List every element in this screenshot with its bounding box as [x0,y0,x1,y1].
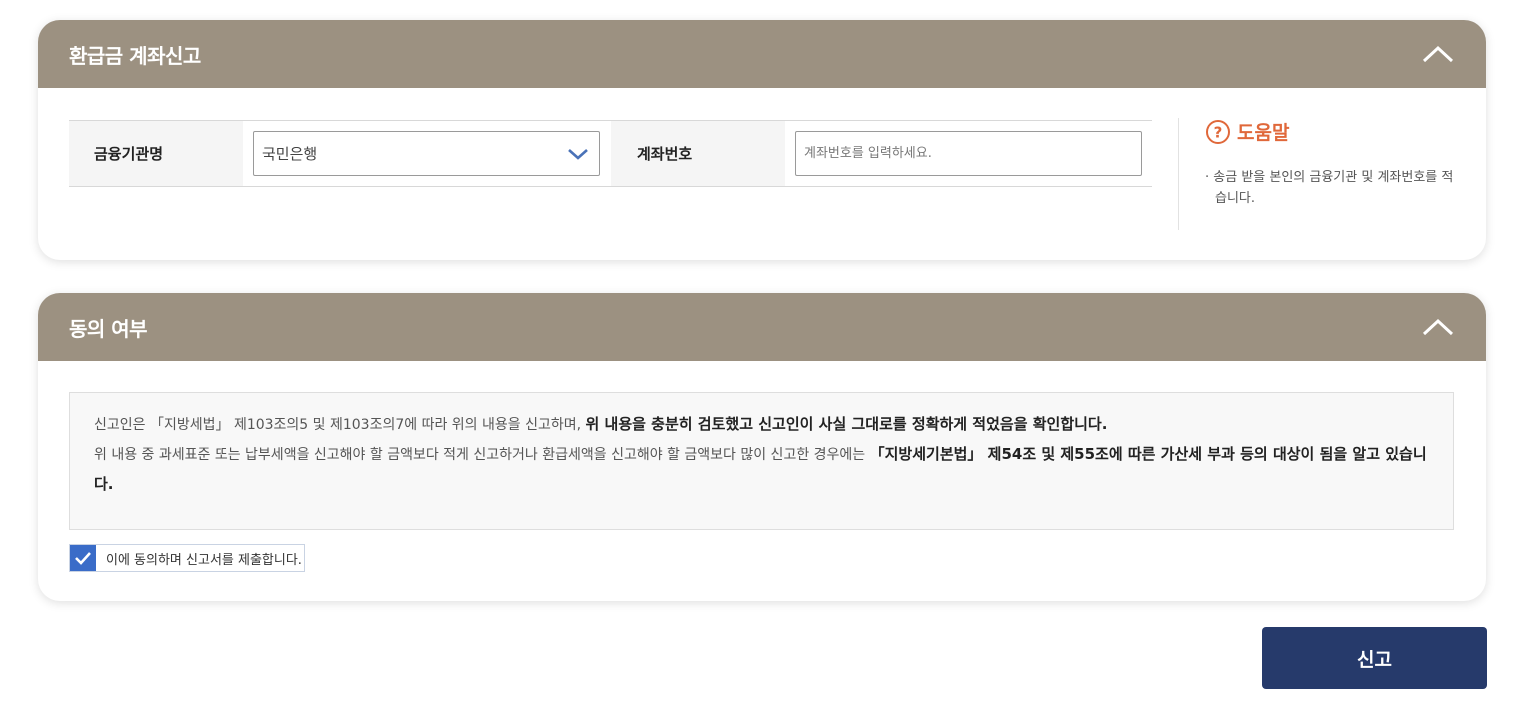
check-icon [75,552,91,565]
account-panel-body: 금융기관명 국민은행 계좌번호 ? 도움말 [38,88,1486,260]
notice-paragraph-2: 위 내용 중 과세표준 또는 납부세액을 신고해야 할 금액보다 적게 신고하거… [94,440,1429,500]
help-box: ? 도움말 · 송금 받을 본인의 금융기관 및 계좌번호를 적습니다. [1178,118,1458,230]
consent-panel-collapse-button[interactable] [1420,309,1456,345]
question-circle-icon: ? [1206,119,1230,144]
account-panel-collapse-button[interactable] [1420,36,1456,72]
chevron-down-icon [568,148,588,160]
bank-select[interactable]: 국민은행 [253,131,600,176]
account-panel-title: 환급금 계좌신고 [69,43,201,68]
account-panel-header: 환급금 계좌신고 [38,20,1486,88]
consent-panel: 동의 여부 신고인은 「지방세법」 제103조의5 및 제103조의7에 따라 … [38,293,1486,601]
help-title-text: 도움말 [1237,122,1290,144]
notice-paragraph-1: 신고인은 「지방세법」 제103조의5 및 제103조의7에 따라 위의 내용을… [94,410,1429,440]
svg-text:?: ? [1214,123,1223,141]
bank-label: 금융기관명 [69,121,243,186]
chevron-up-icon [1422,45,1454,63]
account-form-table: 금융기관명 국민은행 계좌번호 [69,120,1152,187]
notice-1-emphasis: 위 내용을 충분히 검토했고 신고인이 사실 그대로를 정확하게 적었음을 확인… [585,415,1108,433]
consent-panel-header: 동의 여부 [38,293,1486,361]
account-number-input[interactable] [795,131,1142,176]
account-number-cell [785,121,1152,186]
consent-notice: 신고인은 「지방세법」 제103조의5 및 제103조의7에 따라 위의 내용을… [69,392,1454,530]
agree-label: 이에 동의하며 신고서를 제출합니다. [106,552,302,568]
consent-panel-title: 동의 여부 [69,316,148,341]
notice-1-text: 신고인은 「지방세법」 제103조의5 및 제103조의7에 따라 위의 내용을… [94,417,586,433]
consent-panel-body: 신고인은 「지방세법」 제103조의5 및 제103조의7에 따라 위의 내용을… [38,361,1486,601]
chevron-up-icon [1422,318,1454,336]
agree-checkbox[interactable] [70,545,96,571]
submit-button[interactable]: 신고 [1262,627,1487,689]
bank-cell: 국민은행 [243,121,611,186]
agree-checkbox-row[interactable]: 이에 동의하며 신고서를 제출합니다. [69,544,305,572]
help-text: · 송금 받을 본인의 금융기관 및 계좌번호를 적습니다. [1205,170,1454,206]
notice-2-text: 위 내용 중 과세표준 또는 납부세액을 신고해야 할 금액보다 적게 신고하거… [94,447,870,463]
bank-select-value: 국민은행 [262,145,318,163]
account-panel: 환급금 계좌신고 금융기관명 국민은행 계좌번호 계좌번호를 입력하세요. ? … [38,20,1486,260]
help-title: ? 도움말 [1205,118,1458,145]
account-number-label: 계좌번호 [611,121,785,186]
